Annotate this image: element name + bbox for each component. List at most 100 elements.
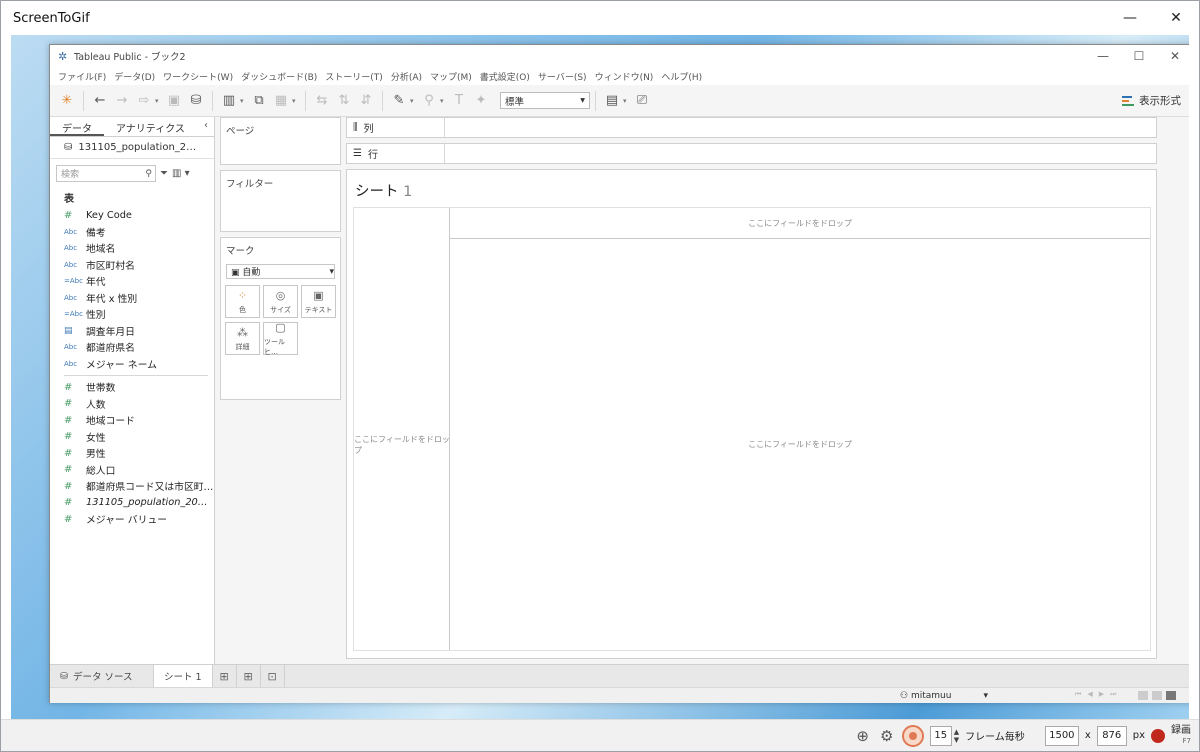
crosshair-icon[interactable]: ⊕ — [854, 727, 872, 745]
view-options-icon[interactable]: ▥ ▾ — [172, 168, 190, 179]
rows-shelf[interactable]: ☰ 行 — [346, 143, 1157, 164]
highlight-icon[interactable]: ✎ — [388, 90, 410, 112]
size-mark-button[interactable]: ◎ サイズ — [263, 285, 298, 318]
presentation-mode-icon[interactable]: ⎚ — [631, 90, 653, 112]
labels-icon[interactable]: T — [448, 90, 470, 112]
swap-icon[interactable]: ⇆ — [311, 90, 333, 112]
field-item[interactable]: #131105_population_20… — [50, 495, 214, 512]
field-item[interactable]: Abc 地域名 — [50, 240, 214, 257]
redo-icon[interactable]: → — [111, 90, 133, 112]
pages-card[interactable]: ページ — [220, 117, 341, 165]
menu-story[interactable]: ストーリー(T) — [321, 70, 387, 83]
tab-datasource[interactable]: ⛁ データ ソース — [50, 664, 154, 688]
collapse-pane-icon[interactable]: ‹ — [204, 120, 208, 131]
filters-card[interactable]: フィルター — [220, 170, 341, 232]
menu-dashboard[interactable]: ダッシュボード(B) — [237, 70, 321, 83]
tableau-minimize-button[interactable]: — — [1085, 49, 1121, 63]
tabs-view-icon[interactable] — [1166, 691, 1176, 700]
fps-input[interactable]: 15 — [929, 725, 952, 746]
field-item[interactable]: # 女性 — [50, 429, 214, 446]
show-cards-caret-icon[interactable]: ▾ — [623, 97, 631, 105]
field-item[interactable]: # 地域コード — [50, 412, 214, 429]
snapshot-icon[interactable] — [901, 724, 924, 747]
new-datasource-icon[interactable]: ⛁ — [185, 90, 207, 112]
prev-sheet-icon[interactable]: ◀ — [1087, 690, 1092, 699]
first-sheet-icon[interactable]: ⏮ — [1075, 690, 1081, 699]
field-item[interactable]: # 世帯数 — [50, 379, 214, 396]
datasource-item[interactable]: ⛁ 131105_population_2… — [50, 137, 214, 159]
fps-spinner[interactable]: ▲ ▼ — [954, 728, 959, 744]
show-me-button[interactable]: 表示形式 — [1122, 93, 1181, 108]
save-icon[interactable]: ▣ — [163, 90, 185, 112]
record-icon[interactable] — [1151, 728, 1165, 743]
spin-up-icon[interactable]: ▲ — [954, 728, 959, 736]
rows-drop-target[interactable]: ここにフィールドをドロップ — [354, 239, 450, 650]
new-dashboard-tab-icon[interactable]: ⊞ — [237, 664, 261, 688]
field-item[interactable]: =Abc 年代 — [50, 273, 214, 290]
clear-sheet-icon[interactable]: ▦ — [270, 90, 292, 112]
tab-sheet1[interactable]: シート 1 — [154, 664, 213, 688]
last-sheet-icon[interactable]: ⏭ — [1110, 690, 1116, 699]
minimize-button[interactable]: — — [1107, 1, 1153, 35]
new-story-tab-icon[interactable]: ⊡ — [261, 664, 285, 688]
undo-icon[interactable]: ← — [89, 90, 111, 112]
clear-sheet-caret-icon[interactable]: ▾ — [292, 97, 300, 105]
highlight-caret-icon[interactable]: ▾ — [410, 97, 418, 105]
columns-shelf[interactable]: ⫼ 列 — [346, 117, 1157, 138]
field-item[interactable]: =Abc 性別 — [50, 306, 214, 323]
filter-icon[interactable]: ⏷ — [160, 168, 168, 179]
menu-worksheet[interactable]: ワークシート(W) — [159, 70, 237, 83]
detail-mark-button[interactable]: ⁂ 詳細 — [225, 322, 260, 355]
menu-server[interactable]: サーバー(S) — [534, 70, 591, 83]
sheet-title[interactable]: シート 1 — [347, 170, 1156, 207]
next-sheet-icon[interactable]: ▶ — [1099, 690, 1104, 699]
field-item[interactable]: Abc 備考 — [50, 224, 214, 241]
close-button[interactable]: ✕ — [1153, 1, 1199, 35]
menu-data[interactable]: データ(D) — [110, 70, 159, 83]
main-drop-target[interactable]: ここにフィールドをドロップ — [450, 239, 1150, 650]
menu-file[interactable]: ファイル(F) — [54, 70, 110, 83]
menu-format[interactable]: 書式設定(O) — [476, 70, 534, 83]
field-item[interactable]: Abc メジャー ネーム — [50, 356, 214, 373]
record-button[interactable]: 録画 F7 — [1171, 725, 1191, 747]
height-input[interactable]: 876 — [1096, 725, 1127, 746]
duplicate-sheet-icon[interactable]: ⧉ — [248, 90, 270, 112]
field-item[interactable]: # 男性 — [50, 445, 214, 462]
field-item[interactable]: # 総人口 — [50, 462, 214, 479]
field-item[interactable]: Abc 市区町村名 — [50, 257, 214, 274]
field-item[interactable]: Abc 都道府県名 — [50, 339, 214, 356]
field-item[interactable]: # 人数 — [50, 396, 214, 413]
group-caret-icon[interactable]: ▾ — [440, 97, 448, 105]
replay-caret-icon[interactable]: ▾ — [155, 97, 163, 105]
show-cards-icon[interactable]: ▤ — [601, 90, 623, 112]
user-account-select[interactable]: ⚇ mitamuu ▾ — [895, 688, 992, 704]
sort-descending-icon[interactable]: ⇵ — [355, 90, 377, 112]
field-item[interactable]: # メジャー バリュー — [50, 511, 214, 528]
tab-analytics[interactable]: アナリティクス — [104, 117, 197, 136]
menu-window[interactable]: ウィンドウ(N) — [591, 70, 658, 83]
tableau-maximize-button[interactable]: ☐ — [1121, 49, 1157, 63]
tooltip-mark-button[interactable]: ▢ ツールヒ… — [263, 321, 298, 356]
search-input[interactable]: 検索 ⚲ — [56, 165, 156, 182]
settings-icon[interactable]: ⚙ — [878, 727, 896, 745]
tab-data[interactable]: データ — [50, 117, 104, 136]
tableau-close-button[interactable]: ✕ — [1157, 49, 1189, 63]
sheet-sorter-icon[interactable] — [1138, 691, 1148, 700]
sort-ascending-icon[interactable]: ⇅ — [333, 90, 355, 112]
group-icon[interactable]: ⚲ — [418, 90, 440, 112]
field-item[interactable]: # Key Code — [50, 207, 214, 224]
new-worksheet-tab-icon[interactable]: ⊞ — [213, 664, 237, 688]
mark-type-select[interactable]: ▣ 自動 ▾ — [226, 264, 335, 279]
filmstrip-icon[interactable] — [1152, 691, 1162, 700]
new-worksheet-icon[interactable]: ▥ — [218, 90, 240, 112]
pin-icon[interactable]: ✦ — [470, 90, 492, 112]
columns-drop-target[interactable]: ここにフィールドをドロップ — [450, 208, 1150, 239]
tableau-home-icon[interactable]: ✳ — [56, 90, 78, 112]
new-worksheet-caret-icon[interactable]: ▾ — [240, 97, 248, 105]
menu-analysis[interactable]: 分析(A) — [387, 70, 426, 83]
menu-map[interactable]: マップ(M) — [426, 70, 476, 83]
spin-down-icon[interactable]: ▼ — [954, 736, 959, 744]
replay-icon[interactable]: ⇨ — [133, 90, 155, 112]
color-mark-button[interactable]: ⁘ 色 — [225, 285, 260, 318]
text-mark-button[interactable]: ▣ テキスト — [301, 285, 336, 318]
